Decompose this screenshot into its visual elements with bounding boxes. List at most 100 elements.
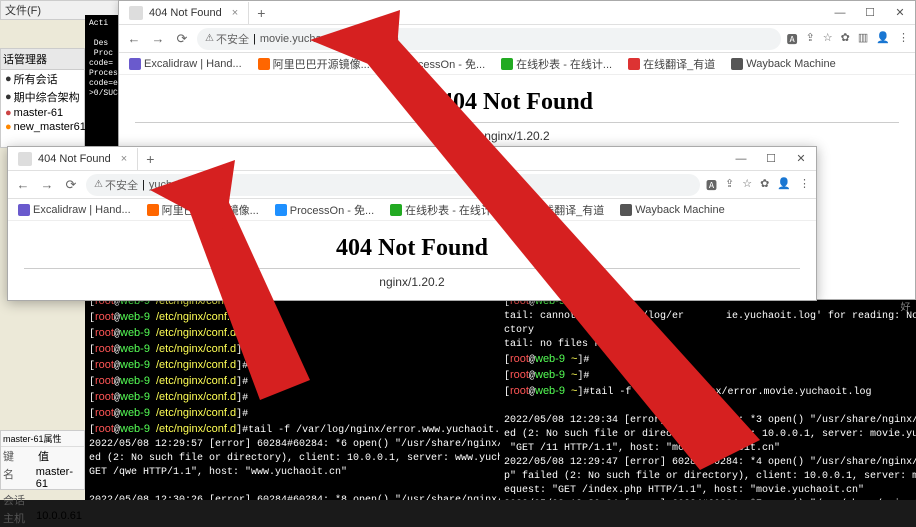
session-manager-panel: 话管理器 ●所有会话●期中综合架构●master-61●new_master61: [0, 48, 85, 148]
titlebar: 404 Not Found × + — ☐ ✕: [119, 1, 915, 25]
bookmark-label: ProcessOn - 免...: [290, 202, 374, 218]
bookmark-item[interactable]: 阿里巴巴开源镜像...: [254, 54, 374, 74]
forward-button[interactable]: →: [149, 30, 167, 48]
profile-icon[interactable]: 👤: [876, 31, 890, 47]
bookmark-label: 在线翻译_有道: [532, 202, 604, 218]
tab-favicon: [18, 152, 32, 166]
url-text: movie.yuchaoit.cn/index.php: [260, 33, 399, 45]
minimize-button[interactable]: —: [726, 148, 756, 170]
menu-icon[interactable]: ⋮: [799, 177, 810, 193]
tab-favicon: [129, 6, 143, 20]
back-button[interactable]: ←: [125, 30, 143, 48]
property-row: 主机10.0.0.61: [1, 509, 84, 527]
security-chip[interactable]: ⚠ 不安全: [94, 177, 138, 193]
tab-close-button[interactable]: ×: [232, 7, 238, 19]
bookmark-item[interactable]: 在线翻译_有道: [513, 200, 608, 220]
terminal-left[interactable]: [root@web-9 /etc/nginx/conf.d]# [root@we…: [85, 290, 500, 500]
browser-tab[interactable]: 404 Not Found ×: [119, 2, 249, 24]
minimize-button[interactable]: —: [825, 2, 855, 24]
bookmark-item[interactable]: Excalidraw | Hand...: [14, 202, 135, 218]
bookmark-icon[interactable]: ☆: [742, 177, 752, 193]
bookmark-favicon: [390, 204, 402, 216]
error-heading: 404 Not Found: [8, 235, 816, 262]
bookmark-label: 阿里巴巴开源镜像...: [273, 56, 370, 72]
bookmark-favicon: [18, 204, 30, 216]
security-chip[interactable]: ⚠ 不安全: [205, 31, 249, 47]
close-button[interactable]: ✕: [786, 148, 816, 170]
bookmark-label: Excalidraw | Hand...: [33, 204, 131, 216]
share-icon[interactable]: ⇪: [806, 31, 815, 47]
tab-title: 404 Not Found: [149, 7, 222, 19]
url-input[interactable]: ⚠ 不安全 | movie.yuchaoit.cn/index.php: [197, 28, 781, 50]
bookmark-item[interactable]: Wayback Machine: [616, 202, 728, 218]
url-text: yuchaoit.cn/qwe: [149, 179, 228, 191]
maximize-button[interactable]: ☐: [756, 148, 786, 170]
property-row: 名master-61: [1, 465, 84, 491]
share-icon[interactable]: ⇪: [725, 177, 734, 193]
tree-item[interactable]: ●master-61: [1, 106, 84, 120]
page-body: 404 Not Found nginx/1.20.2: [119, 75, 915, 151]
property-row: 键值: [1, 447, 84, 465]
translate-icon[interactable]: 🅰: [787, 31, 798, 47]
extensions-icon[interactable]: ✿: [760, 177, 769, 193]
bookmark-label: 在线秒表 - 在线计...: [405, 202, 501, 218]
tree-item[interactable]: ●期中综合架构: [1, 88, 84, 106]
properties-panel: master-61属性 键值名master-61会话主机10.0.0.61: [0, 430, 85, 490]
forward-button[interactable]: →: [38, 176, 56, 194]
bookmark-item[interactable]: Excalidraw | Hand...: [125, 56, 246, 72]
tab-close-button[interactable]: ×: [121, 153, 127, 165]
maximize-button[interactable]: ☐: [855, 2, 885, 24]
prop-title: master-61属性: [1, 431, 84, 447]
browser-window-2: 404 Not Found × + — ☐ ✕ ← → ⟳ ⚠ 不安全 | yu…: [7, 146, 817, 301]
panel-title: 话管理器: [1, 49, 84, 70]
bookmark-bar: Excalidraw | Hand... 阿里巴巴开源镜像... ProcessOn…: [8, 199, 816, 221]
bookmark-label: Wayback Machine: [635, 204, 724, 216]
bookmark-icon[interactable]: ☆: [823, 31, 833, 47]
bookmark-item[interactable]: ProcessOn - 免...: [271, 200, 378, 220]
bookmark-item[interactable]: ProcessOn - 免...: [382, 54, 489, 74]
bookmark-label: Excalidraw | Hand...: [144, 58, 242, 70]
bookmark-favicon: [258, 58, 270, 70]
bookmark-label: ProcessOn - 免...: [401, 56, 485, 72]
bookmark-favicon: [517, 204, 529, 216]
bookmark-label: 在线秒表 - 在线计...: [516, 56, 612, 72]
tree-item[interactable]: ●所有会话: [1, 70, 84, 88]
session-tree: ●所有会话●期中综合架构●master-61●new_master61: [1, 70, 84, 134]
reload-button[interactable]: ⟳: [173, 30, 191, 48]
translate-icon[interactable]: 🅰: [706, 177, 717, 193]
close-button[interactable]: ✕: [885, 2, 915, 24]
divider: [24, 268, 800, 269]
server-signature: nginx/1.20.2: [8, 275, 816, 289]
reading-list-icon[interactable]: ▥: [858, 31, 868, 47]
extensions-icon[interactable]: ✿: [841, 31, 850, 47]
error-heading: 404 Not Found: [119, 89, 915, 116]
bookmark-favicon: [129, 58, 141, 70]
new-tab-button[interactable]: +: [138, 149, 162, 169]
page-body: 404 Not Found nginx/1.20.2: [8, 221, 816, 297]
bookmark-favicon: [386, 58, 398, 70]
bookmark-item[interactable]: 在线秒表 - 在线计...: [497, 54, 616, 74]
property-row: 会话: [1, 491, 84, 509]
divider: [135, 122, 899, 123]
address-bar: ← → ⟳ ⚠ 不安全 | yuchaoit.cn/qwe 🅰 ⇪ ☆ ✿ 👤 …: [8, 171, 816, 199]
back-button[interactable]: ←: [14, 176, 32, 194]
toolbar-icons: 🅰 ⇪ ☆ ✿ 👤 ⋮: [706, 177, 810, 193]
bookmark-favicon: [501, 58, 513, 70]
window-controls: — ☐ ✕: [825, 2, 915, 24]
bookmark-item[interactable]: 在线秒表 - 在线计...: [386, 200, 505, 220]
tree-item[interactable]: ●new_master61: [1, 120, 84, 134]
profile-icon[interactable]: 👤: [777, 177, 791, 193]
new-tab-button[interactable]: +: [249, 3, 273, 23]
terminal-right[interactable]: [root@web-9 ~]# tail: cannot open '/var/…: [500, 290, 916, 500]
toolbar-icons: 🅰 ⇪ ☆ ✿ ▥ 👤 ⋮: [787, 31, 909, 47]
bookmark-label: 在线翻译_有道: [643, 56, 715, 72]
url-input[interactable]: ⚠ 不安全 | yuchaoit.cn/qwe: [86, 174, 700, 196]
bookmark-item[interactable]: 阿里巴巴开源镜像...: [143, 200, 263, 220]
bookmark-item[interactable]: 在线翻译_有道: [624, 54, 719, 74]
bookmark-item[interactable]: Wayback Machine: [727, 56, 839, 72]
menu-icon[interactable]: ⋮: [898, 31, 909, 47]
reload-button[interactable]: ⟳: [62, 176, 80, 194]
bookmark-favicon: [731, 58, 743, 70]
bookmark-favicon: [275, 204, 287, 216]
browser-tab[interactable]: 404 Not Found ×: [8, 148, 138, 170]
